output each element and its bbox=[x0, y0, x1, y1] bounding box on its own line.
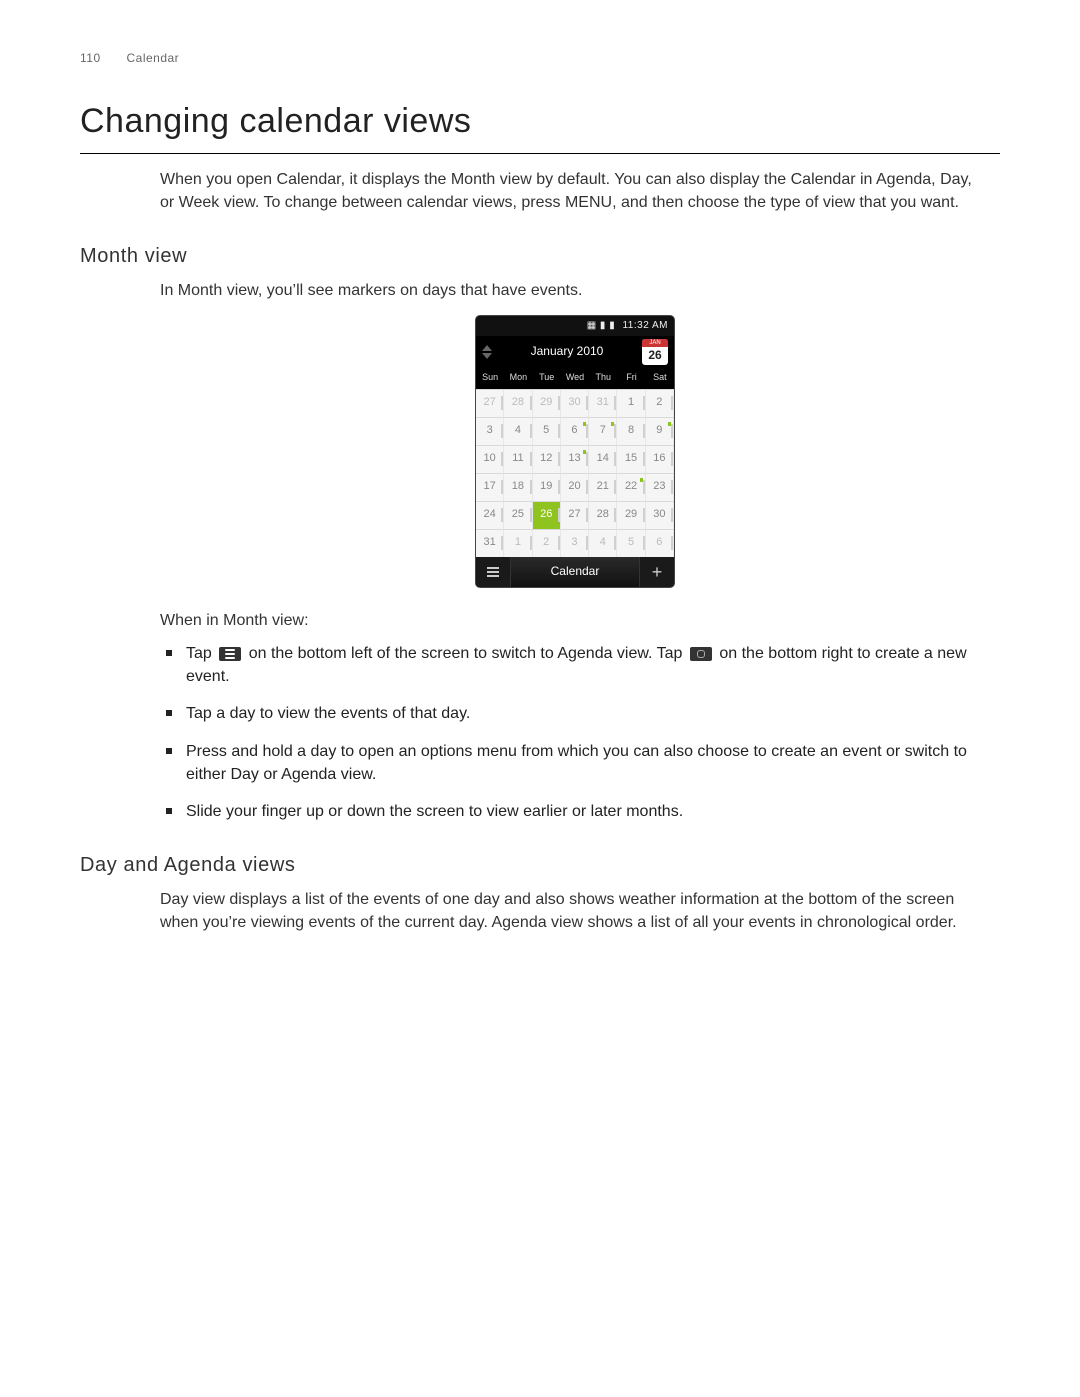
dow-sun: Sun bbox=[476, 368, 504, 389]
bottom-bar-label[interactable]: Calendar bbox=[510, 557, 640, 587]
calendar-cell[interactable]: 30 bbox=[646, 501, 674, 529]
calendar-cell[interactable]: 14 bbox=[589, 445, 617, 473]
agenda-inline-icon bbox=[219, 647, 241, 661]
calendar-cell[interactable]: 29 bbox=[617, 501, 645, 529]
status-time: 11:32 AM bbox=[622, 320, 668, 331]
dow-mon: Mon bbox=[504, 368, 532, 389]
dow-wed: Wed bbox=[561, 368, 589, 389]
list-item: Slide your finger up or down the screen … bbox=[160, 800, 990, 823]
section-label: Calendar bbox=[126, 51, 179, 65]
menu-lines-icon bbox=[487, 567, 499, 577]
calendar-cell[interactable]: 7 bbox=[589, 417, 617, 445]
intro-text: When you open Calendar, it displays the … bbox=[160, 168, 990, 214]
calendar-cell[interactable]: 1 bbox=[617, 389, 645, 417]
list-item: Press and hold a day to open an options … bbox=[160, 740, 990, 786]
calendar-cell[interactable]: 17 bbox=[476, 473, 504, 501]
calendar-cell[interactable]: 2 bbox=[533, 529, 561, 557]
tear-month: JAN bbox=[642, 339, 668, 348]
calendar-cell[interactable]: 5 bbox=[533, 417, 561, 445]
bullet1a: Tap bbox=[186, 645, 212, 662]
status-bar: ▦ ▮ ▮ 11:32 AM bbox=[476, 316, 674, 336]
plus-icon: + bbox=[652, 563, 663, 581]
calendar-cell[interactable]: 22 bbox=[617, 473, 645, 501]
calendar-cell[interactable]: 28 bbox=[504, 389, 532, 417]
calendar-cell[interactable]: 6 bbox=[561, 417, 589, 445]
page-number: 110 bbox=[80, 51, 101, 65]
dow-tue: Tue bbox=[533, 368, 561, 389]
calendar-cell[interactable]: 10 bbox=[476, 445, 504, 473]
calendar-cell[interactable]: 16 bbox=[646, 445, 674, 473]
calendar-cell[interactable]: 12 bbox=[533, 445, 561, 473]
phone-screenshot: ▦ ▮ ▮ 11:32 AM January 2010 JAN 26 Sun M… bbox=[160, 316, 990, 587]
calendar-cell[interactable]: 15 bbox=[617, 445, 645, 473]
status-icons: ▦ ▮ ▮ bbox=[587, 320, 616, 331]
month-view-heading: Month view bbox=[80, 242, 1000, 271]
calendar-cell[interactable]: 18 bbox=[504, 473, 532, 501]
month-title-row: January 2010 JAN 26 bbox=[476, 336, 674, 368]
calendar-cell[interactable]: 20 bbox=[561, 473, 589, 501]
calendar-cell[interactable]: 26 bbox=[533, 501, 561, 529]
calendar-cell[interactable]: 9 bbox=[646, 417, 674, 445]
calendar-cell[interactable]: 28 bbox=[589, 501, 617, 529]
calendar-cell[interactable]: 6 bbox=[646, 529, 674, 557]
calendar-cell[interactable]: 27 bbox=[476, 389, 504, 417]
list-item: Tap on the bottom left of the screen to … bbox=[160, 642, 990, 688]
calendar-cell[interactable]: 31 bbox=[476, 529, 504, 557]
calendar-cell[interactable]: 13 bbox=[561, 445, 589, 473]
calendar-cell[interactable]: 3 bbox=[476, 417, 504, 445]
calendar-cell[interactable]: 27 bbox=[561, 501, 589, 529]
day-agenda-para: Day view displays a list of the events o… bbox=[160, 888, 990, 934]
calendar-cell[interactable]: 24 bbox=[476, 501, 504, 529]
month-label: January 2010 bbox=[492, 343, 642, 360]
day-of-week-row: Sun Mon Tue Wed Thu Fri Sat bbox=[476, 368, 674, 389]
dow-sat: Sat bbox=[646, 368, 674, 389]
calendar-cell[interactable]: 5 bbox=[617, 529, 645, 557]
calendar-cell[interactable]: 2 bbox=[646, 389, 674, 417]
page: 110 Calendar Changing calendar views Whe… bbox=[0, 0, 1080, 1397]
bullet1b: on the bottom left of the screen to swit… bbox=[249, 645, 683, 662]
add-event-button[interactable]: + bbox=[640, 563, 674, 581]
month-nav-arrows-icon[interactable] bbox=[482, 345, 492, 359]
calendar-cell[interactable]: 1 bbox=[504, 529, 532, 557]
calendar-cell[interactable]: 4 bbox=[504, 417, 532, 445]
month-view-bullets: Tap on the bottom left of the screen to … bbox=[160, 642, 990, 823]
calendar-cell[interactable]: 31 bbox=[589, 389, 617, 417]
calendar-cell[interactable]: 8 bbox=[617, 417, 645, 445]
dow-fri: Fri bbox=[617, 368, 645, 389]
calendar-cell[interactable]: 4 bbox=[589, 529, 617, 557]
page-header: 110 Calendar bbox=[80, 50, 1000, 67]
intro-block: When you open Calendar, it displays the … bbox=[160, 168, 990, 214]
list-item: Tap a day to view the events of that day… bbox=[160, 702, 990, 725]
month-view-block: In Month view, you’ll see markers on day… bbox=[160, 279, 990, 823]
agenda-button[interactable] bbox=[476, 567, 510, 577]
calendar-cell[interactable]: 23 bbox=[646, 473, 674, 501]
dow-thu: Thu bbox=[589, 368, 617, 389]
day-agenda-heading: Day and Agenda views bbox=[80, 851, 1000, 880]
add-inline-icon bbox=[690, 647, 712, 661]
calendar-cell[interactable]: 29 bbox=[533, 389, 561, 417]
tear-day: 26 bbox=[642, 347, 668, 364]
calendar-cell[interactable]: 30 bbox=[561, 389, 589, 417]
day-agenda-block: Day view displays a list of the events o… bbox=[160, 888, 990, 934]
phone: ▦ ▮ ▮ 11:32 AM January 2010 JAN 26 Sun M… bbox=[476, 316, 674, 587]
calendar-cell[interactable]: 19 bbox=[533, 473, 561, 501]
month-view-after-image: When in Month view: bbox=[160, 609, 990, 632]
today-badge-icon[interactable]: JAN 26 bbox=[642, 339, 668, 365]
calendar-cell[interactable]: 25 bbox=[504, 501, 532, 529]
calendar-cell[interactable]: 3 bbox=[561, 529, 589, 557]
bottom-bar: Calendar + bbox=[476, 557, 674, 587]
calendar-cell[interactable]: 21 bbox=[589, 473, 617, 501]
calendar-grid: 2728293031123456789101112131415161718192… bbox=[476, 389, 674, 557]
calendar-cell[interactable]: 11 bbox=[504, 445, 532, 473]
month-view-lead: In Month view, you’ll see markers on day… bbox=[160, 279, 990, 302]
page-title: Changing calendar views bbox=[80, 97, 1000, 153]
